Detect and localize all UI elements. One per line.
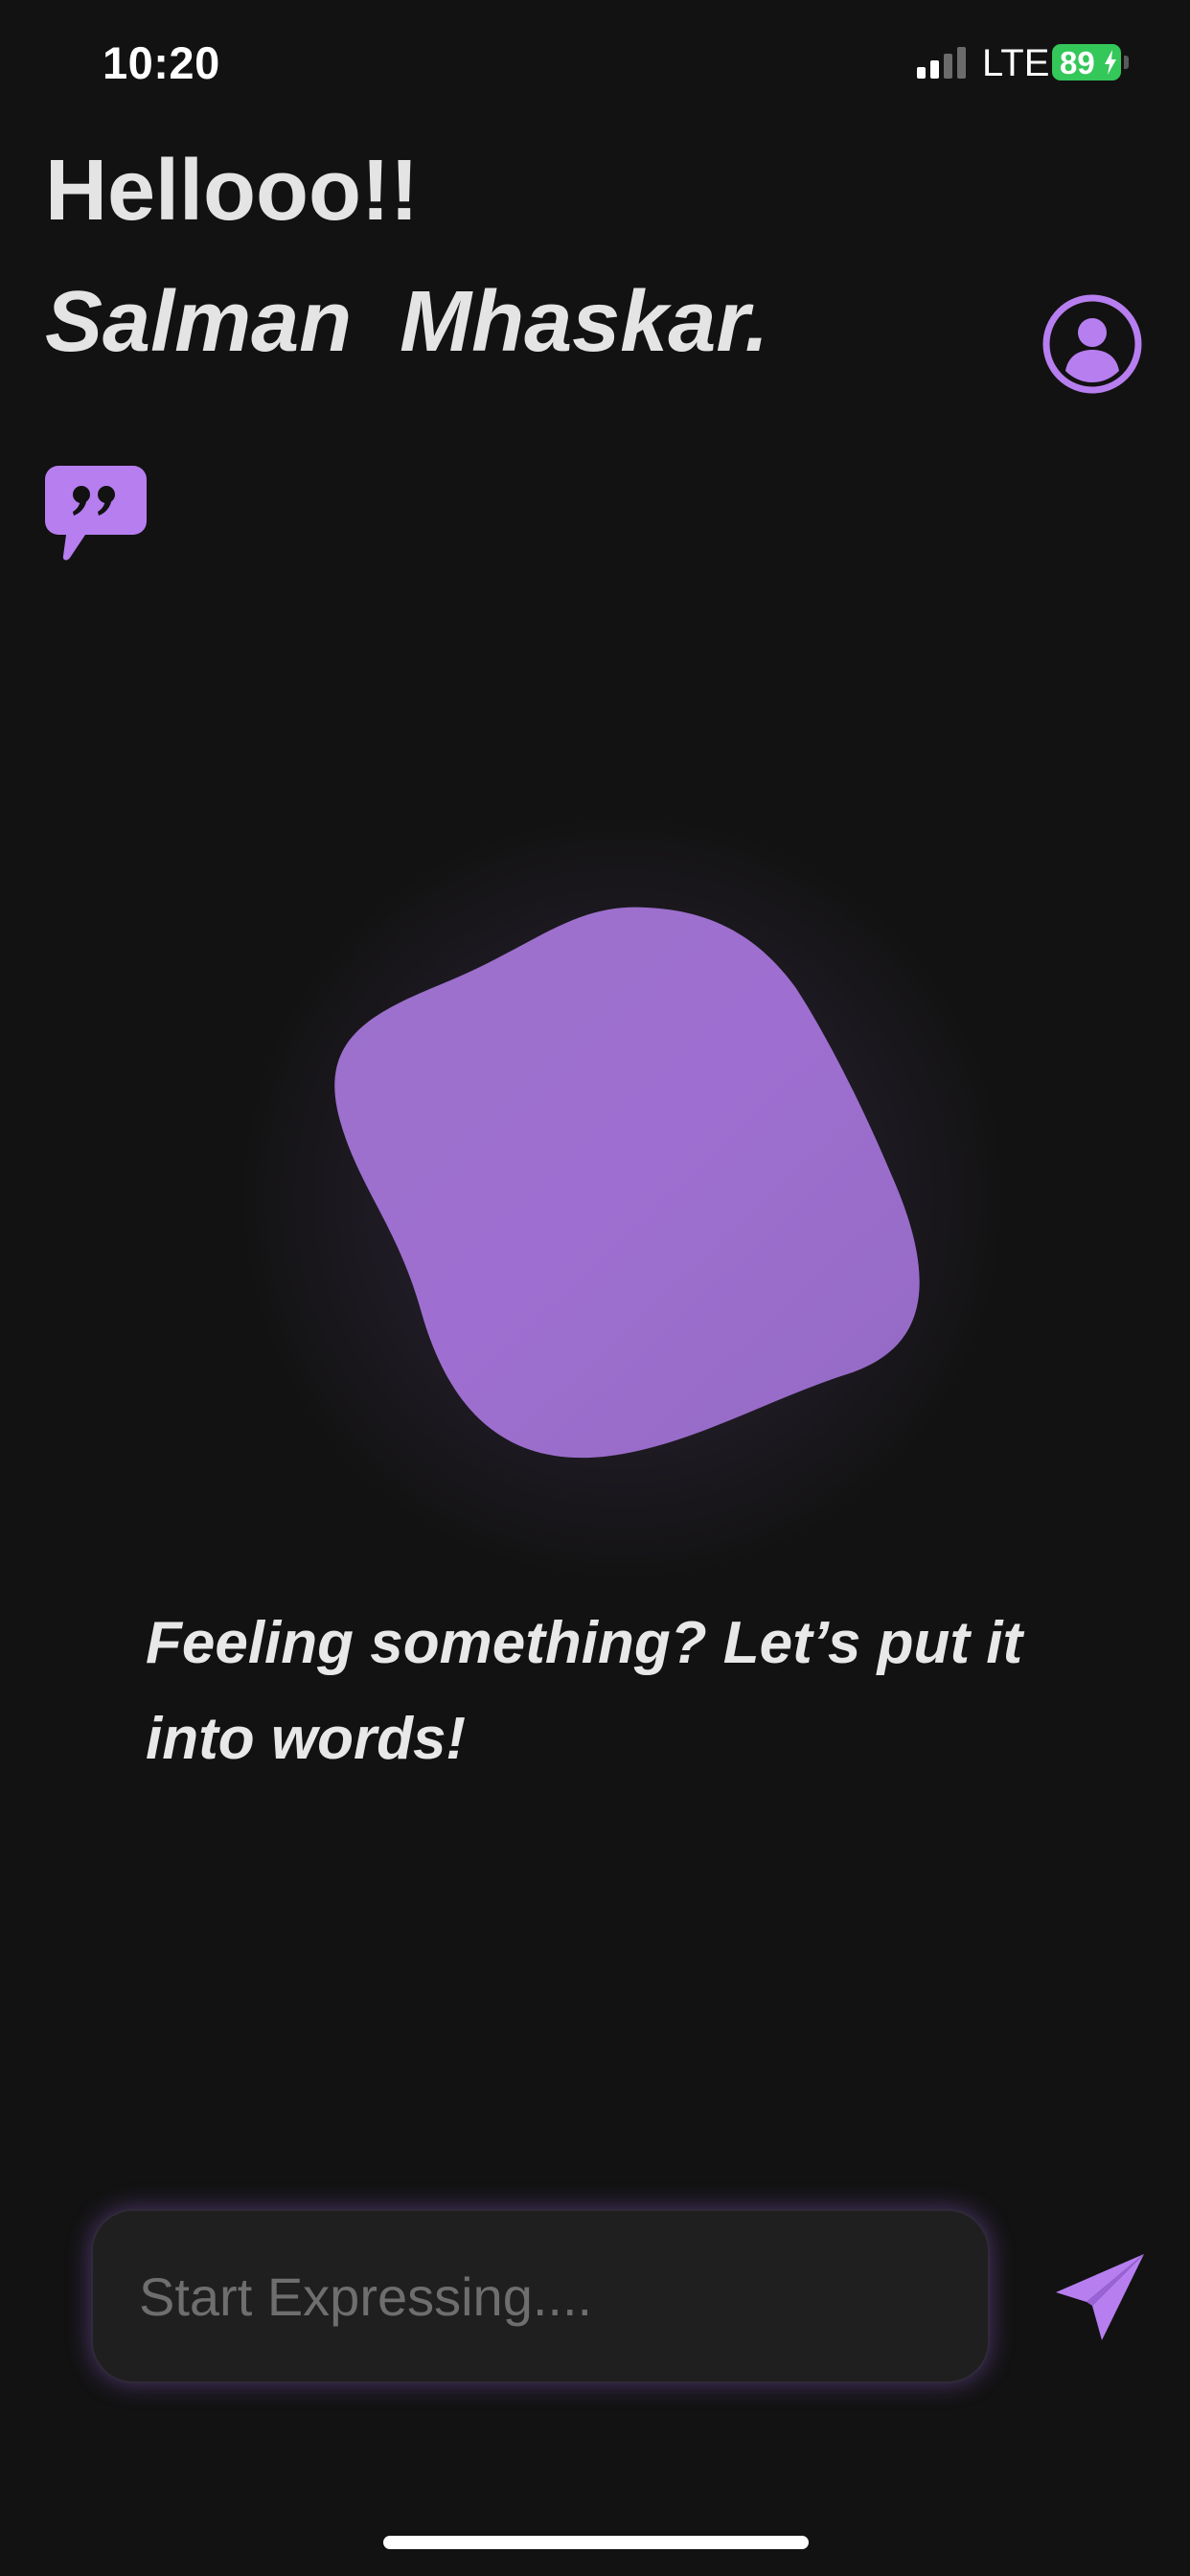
home-indicator [383,2536,809,2549]
quote-bubble-icon [45,466,147,561]
quotes-button[interactable] [45,466,147,562]
charging-bolt-icon [1105,50,1116,75]
profile-button[interactable] [1042,294,1142,394]
paper-plane-icon [1056,2254,1144,2340]
status-time: 10:20 [103,37,220,88]
network-type-label: LTE [982,42,1050,84]
user-circle-icon [1042,294,1142,394]
battery-indicator: 89 [1052,44,1121,80]
message-input[interactable] [91,2209,990,2383]
cellular-signal-icon [917,47,966,79]
send-button[interactable] [1054,2252,1146,2344]
battery-level: 89 [1060,45,1095,80]
prompt-text: Feeling something? Let’s put it into wor… [146,1610,1023,1772]
mood-blob [334,907,920,1459]
status-bar: 10:20 LTE 89 [0,0,1190,129]
battery-cap [1124,56,1129,69]
greeting-heading: Hellooo!! [45,143,419,239]
user-name-heading: Salman Mhaskar. [45,274,769,370]
